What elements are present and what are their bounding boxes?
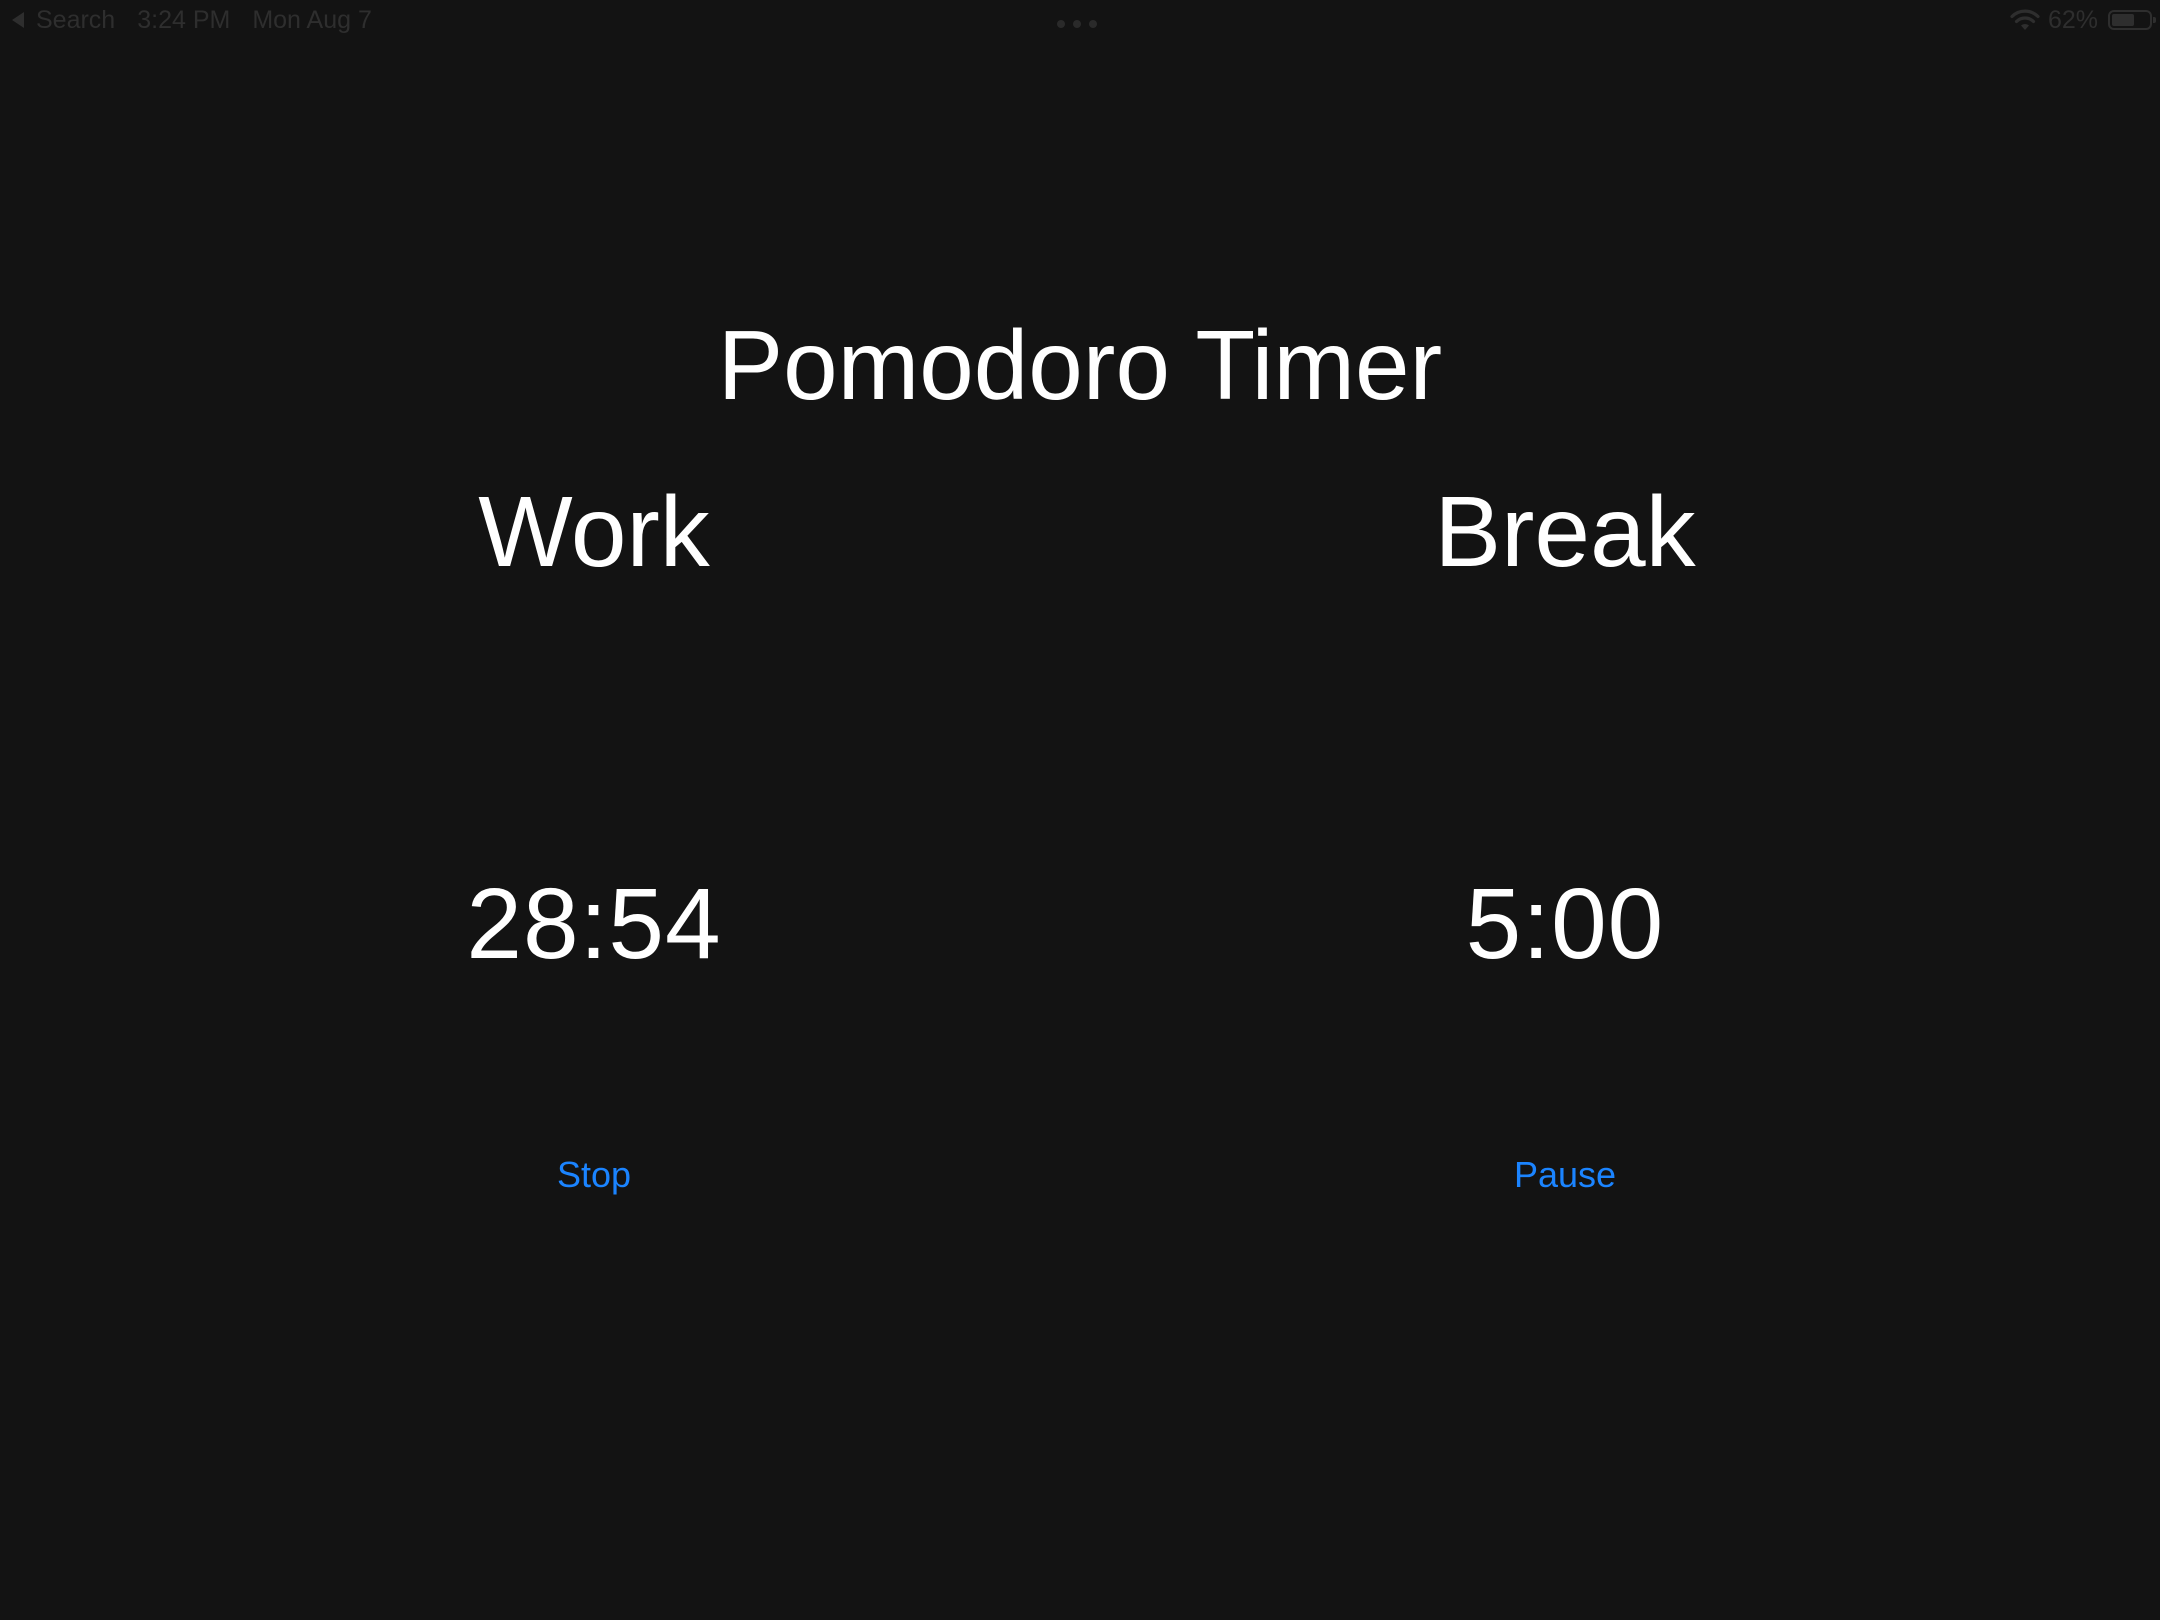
app-title: Pomodoro Timer	[717, 310, 1443, 420]
stop-button[interactable]: Stop	[494, 1152, 694, 1198]
status-bar: Search 3:24 PM Mon Aug 7 62%	[0, 0, 2160, 40]
battery-percent: 62%	[2047, 6, 2098, 34]
multitask-dot	[1057, 20, 1065, 28]
work-label: Work	[478, 476, 710, 588]
status-time: 3:24 PM	[137, 6, 231, 34]
status-bar-left: Search 3:24 PM Mon Aug 7	[12, 4, 372, 36]
multitask-dot	[1073, 20, 1081, 28]
back-to-app-label[interactable]: Search	[36, 4, 115, 36]
break-timer-display: 5:00	[1465, 868, 1665, 980]
work-timer-display: 28:54	[466, 868, 722, 980]
battery-level	[2112, 14, 2134, 26]
battery-icon	[2108, 10, 2156, 30]
status-date: Mon Aug 7	[252, 6, 372, 34]
pause-button[interactable]: Pause	[1465, 1152, 1665, 1198]
wifi-icon	[2010, 9, 2040, 30]
break-label: Break	[1434, 476, 1696, 588]
battery-cap	[2153, 17, 2156, 23]
back-arrow-icon[interactable]	[12, 12, 24, 28]
status-bar-right: 62%	[2010, 4, 2156, 36]
multitasking-handle[interactable]	[1057, 20, 1097, 28]
multitask-dot	[1089, 20, 1097, 28]
